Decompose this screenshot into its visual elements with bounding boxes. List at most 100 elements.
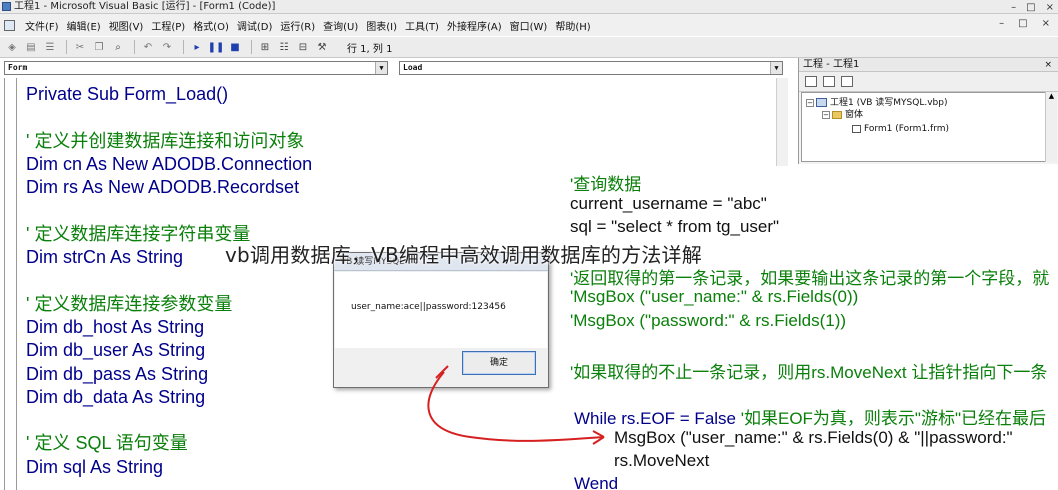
menu-addins[interactable]: 外接程序(A) bbox=[443, 18, 506, 33]
menu-diagram[interactable]: 图表(I) bbox=[362, 18, 401, 33]
add-project-icon[interactable]: ◈ bbox=[4, 39, 20, 55]
chevron-down-icon[interactable]: ▼ bbox=[770, 62, 782, 74]
message-box-body: user_name:ace||password:123456 bbox=[335, 272, 547, 348]
view-object-icon[interactable] bbox=[823, 76, 835, 87]
folder-icon bbox=[832, 110, 842, 119]
menu-bar: 文件(F) 编辑(E) 视图(V) 工程(P) 格式(O) 调试(D) 运行(R… bbox=[0, 14, 1058, 36]
window-title: 工程1 - Microsoft Visual Basic [运行] - [For… bbox=[14, 1, 276, 12]
tree-node-form1-label: Form1 (Form1.frm) bbox=[864, 124, 950, 134]
project-explorer-title: 工程 - 工程1 bbox=[803, 59, 860, 70]
chevron-down-icon[interactable]: ▼ bbox=[375, 62, 387, 74]
close-button[interactable]: × bbox=[1046, 1, 1054, 14]
mdi-close-button[interactable]: × bbox=[1042, 18, 1050, 29]
menu-project[interactable]: 工程(P) bbox=[147, 18, 189, 33]
menu-edit[interactable]: 编辑(E) bbox=[63, 18, 105, 33]
object-combo[interactable]: Form ▼ bbox=[4, 61, 388, 75]
menu-window[interactable]: 窗口(W) bbox=[506, 18, 552, 33]
menu-query[interactable]: 查询(U) bbox=[319, 18, 362, 33]
toolbar-separator bbox=[183, 40, 184, 54]
code-margin bbox=[5, 78, 17, 490]
annotation-comment: 'MsgBox ("user_name:" & rs.Fields(0)) bbox=[570, 287, 859, 306]
code-comment: ' 定义并创建数据库连接和访问对象 bbox=[26, 130, 305, 151]
close-icon[interactable]: × bbox=[1044, 58, 1052, 72]
project-tree: − 工程1 (VB 读写MYSQL.vbp) − 窗体 Form1 (Form1.f… bbox=[801, 92, 1057, 162]
collapse-icon[interactable]: − bbox=[806, 98, 814, 107]
cut-icon[interactable]: ✂ bbox=[72, 39, 88, 55]
project-explorer-icon[interactable]: ⊞ bbox=[257, 39, 273, 55]
code-window-icon[interactable] bbox=[4, 19, 15, 31]
redo-icon[interactable]: ↷ bbox=[159, 39, 175, 55]
project-explorer-title-bar: 工程 - 工程1 × bbox=[799, 58, 1058, 72]
menu-tools[interactable]: 工具(T) bbox=[401, 18, 443, 33]
mdi-restore-button[interactable]: □ bbox=[1018, 18, 1027, 29]
message-box-text: user_name:ace||password:123456 bbox=[351, 302, 506, 312]
article-title: vb调用数据库，VB编程中高效调用数据库的方法详解 bbox=[225, 243, 702, 267]
code-comment: ' 定义 SQL 语句变量 bbox=[26, 433, 188, 454]
project-tree-scrollbar[interactable]: ▲ bbox=[1045, 92, 1057, 162]
toolbox-icon[interactable]: ⚒ bbox=[314, 39, 330, 55]
menu-help[interactable]: 帮助(H) bbox=[551, 18, 594, 33]
tree-node-project[interactable]: − 工程1 (VB 读写MYSQL.vbp) bbox=[806, 97, 948, 109]
menu-run[interactable]: 运行(R) bbox=[276, 18, 319, 33]
code-line: Dim sql As String bbox=[26, 456, 164, 477]
cursor-position: 行 1, 列 1 bbox=[347, 43, 393, 55]
annotation-line: MsgBox ("user_name:" & rs.Fields(0) & "|… bbox=[614, 428, 1013, 447]
code-scrollbar[interactable] bbox=[776, 78, 788, 168]
tree-node-project-label: 工程1 (VB 读写MYSQL.vbp) bbox=[830, 98, 948, 108]
procedure-combo-value: Load bbox=[403, 63, 423, 72]
annotation-line: sql = "select * from tg_user" bbox=[570, 217, 780, 236]
toolbar-separator bbox=[251, 40, 252, 54]
find-icon[interactable]: ⌕ bbox=[110, 39, 126, 55]
start-icon[interactable]: ▸ bbox=[189, 39, 205, 55]
tree-node-forms[interactable]: − 窗体 bbox=[822, 109, 863, 121]
code-line: Dim rs As New ADODB.Recordset bbox=[26, 177, 300, 198]
break-icon[interactable]: ❚❚ bbox=[208, 39, 225, 55]
code-lines: Private Sub Form_Load() ' 定义并创建数据库连接和访问对… bbox=[26, 83, 312, 479]
minimize-button[interactable]: – bbox=[1011, 1, 1016, 14]
code-line: Dim db_host As String bbox=[26, 316, 205, 337]
menu-view[interactable]: 视图(V) bbox=[105, 18, 148, 33]
menu-editor-icon[interactable]: ☰ bbox=[42, 39, 58, 55]
annotation-comment: '查询数据 bbox=[570, 175, 642, 194]
procedure-combo[interactable]: Load ▼ bbox=[399, 61, 783, 75]
mdi-minimize-button[interactable]: – bbox=[999, 18, 1004, 29]
maximize-button[interactable]: □ bbox=[1026, 1, 1035, 14]
annotation-while-comment: '如果EOF为真，则表示"游标"已经在最后 bbox=[740, 409, 1046, 428]
annotation-comment: '如果取得的不止一条记录，则用rs.MoveNext 让指针指向下一条 bbox=[570, 363, 1048, 382]
project-explorer: 工程 - 工程1 × − 工程1 (VB 读写MYSQL.vbp) − 窗体 For… bbox=[798, 58, 1058, 164]
object-browser-icon[interactable]: ⊟ bbox=[295, 39, 311, 55]
message-box: VB 读写MYSQL user_name:ace||password:12345… bbox=[333, 252, 549, 388]
code-line: Dim db_user As String bbox=[26, 340, 206, 361]
ok-button[interactable]: 确定 bbox=[462, 351, 536, 375]
properties-icon[interactable]: ☷ bbox=[276, 39, 292, 55]
project-icon bbox=[816, 98, 827, 107]
menu-format[interactable]: 格式(O) bbox=[189, 18, 233, 33]
annotation-while: While rs.EOF = False '如果EOF为真，则表示"游标"已经在… bbox=[574, 404, 1046, 429]
menu-file[interactable]: 文件(F) bbox=[21, 18, 63, 33]
tree-node-forms-label: 窗体 bbox=[845, 110, 864, 120]
end-icon[interactable]: ■ bbox=[227, 39, 243, 55]
annotation-while-code: While rs.EOF = False bbox=[574, 409, 741, 428]
add-form-icon[interactable]: ▤ bbox=[23, 39, 39, 55]
annotation-wend: Wend bbox=[574, 474, 619, 490]
tree-node-form1[interactable]: Form1 (Form1.frm) bbox=[852, 123, 949, 135]
standard-toolbar: ◈ ▤ ☰ ✂ ❐ ⌕ ↶ ↷ ▸ ❚❚ ■ ⊞ ☷ ⊟ ⚒ 行 1, 列 1 bbox=[0, 36, 1058, 58]
window-title-bar: 工程1 - Microsoft Visual Basic [运行] - [For… bbox=[0, 0, 1058, 14]
collapse-icon[interactable]: − bbox=[822, 110, 830, 119]
menu-debug[interactable]: 调试(D) bbox=[233, 18, 277, 33]
code-line: Private Sub Form_Load() bbox=[26, 84, 229, 104]
code-line: Dim db_pass As String bbox=[26, 363, 209, 384]
vb-app-icon bbox=[2, 2, 11, 11]
annotation-comment: 'MsgBox ("password:" & rs.Fields(1)) bbox=[570, 311, 847, 330]
copy-icon[interactable]: ❐ bbox=[91, 39, 107, 55]
project-explorer-toolbar bbox=[799, 72, 1058, 92]
form-icon bbox=[852, 124, 861, 133]
object-combo-value: Form bbox=[8, 63, 28, 72]
code-window-combos: Form ▼ Load ▼ bbox=[4, 60, 788, 78]
undo-icon[interactable]: ↶ bbox=[140, 39, 156, 55]
view-code-icon[interactable] bbox=[805, 76, 817, 87]
toggle-folders-icon[interactable] bbox=[841, 76, 853, 87]
